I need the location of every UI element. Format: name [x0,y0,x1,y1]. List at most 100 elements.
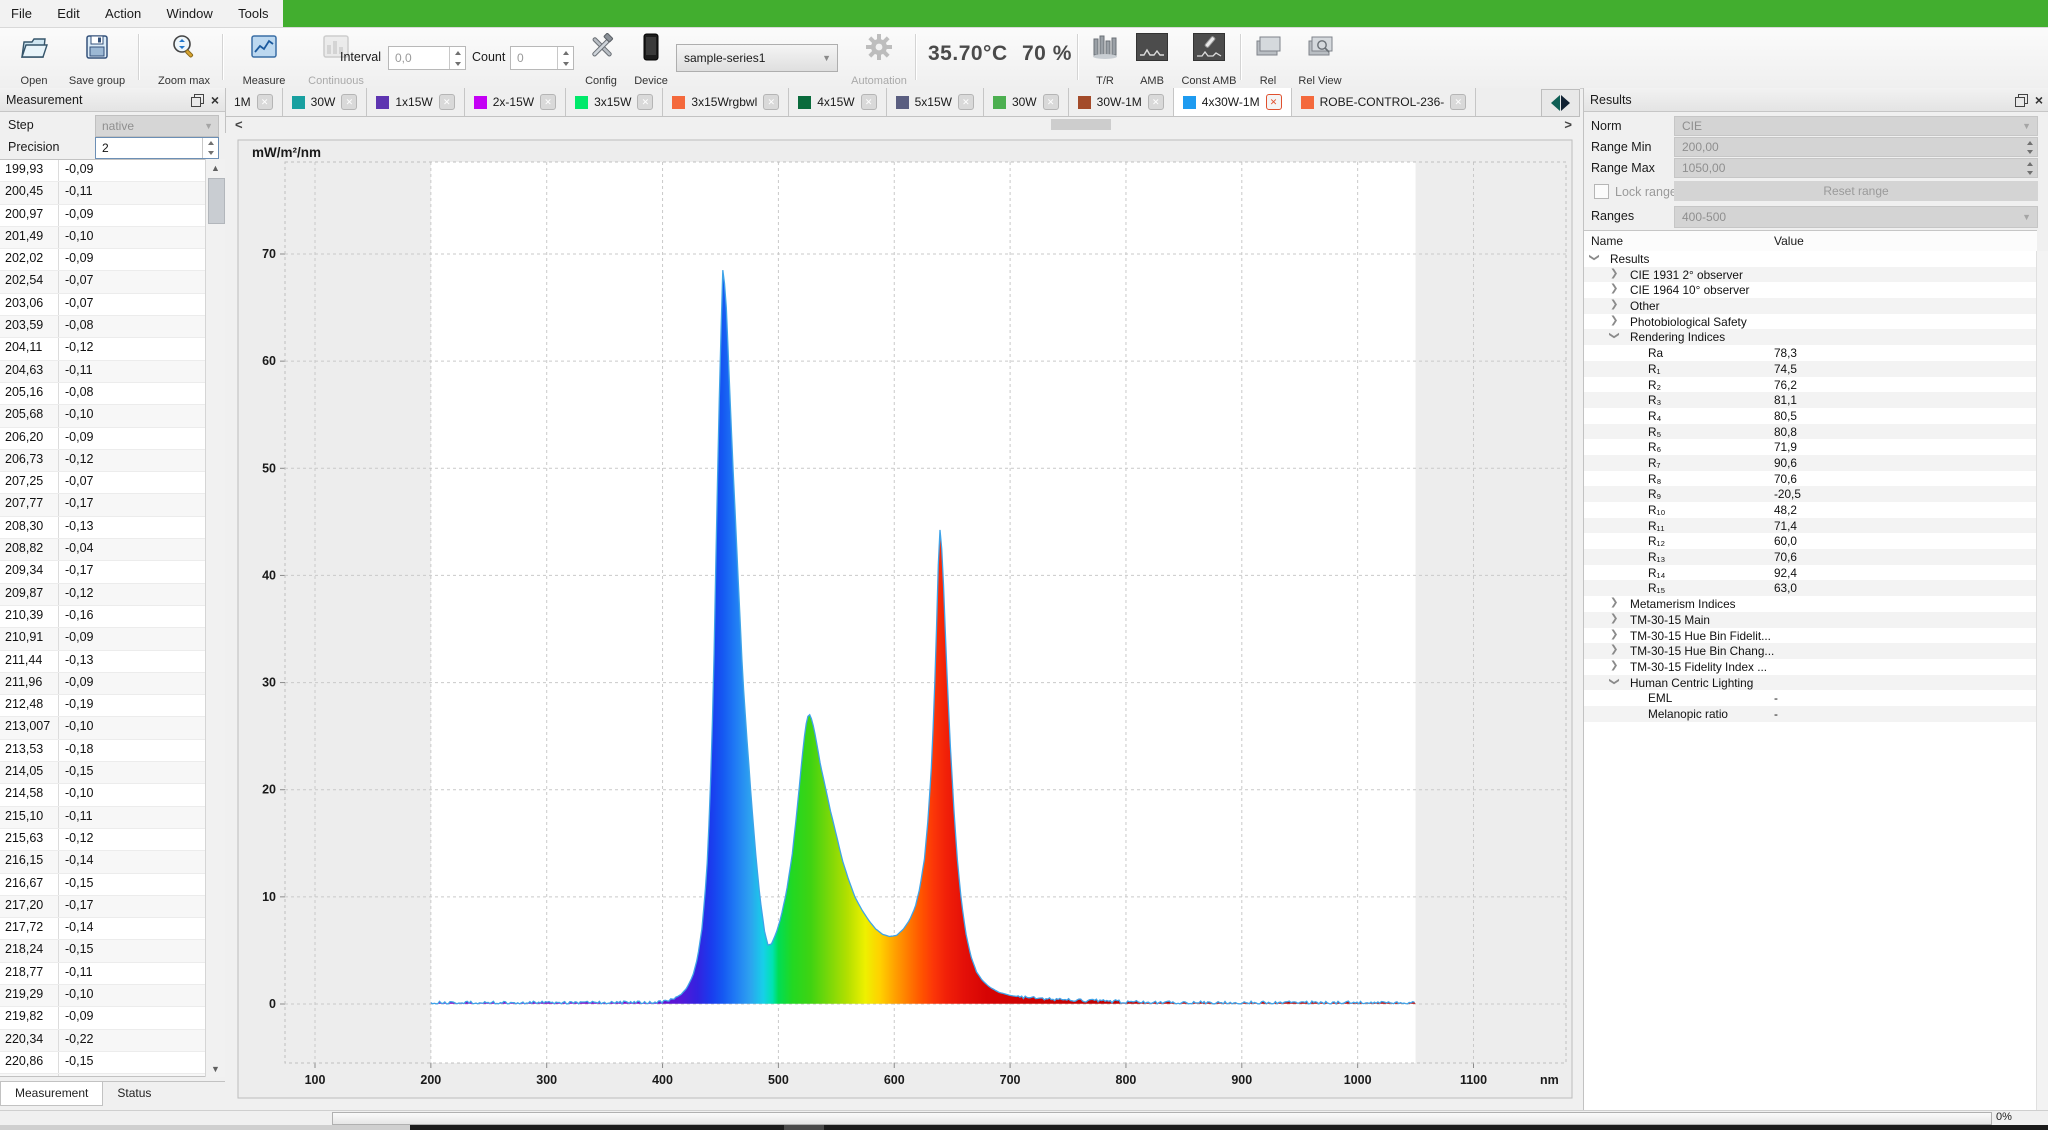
close-tab-icon[interactable]: ✕ [540,94,556,110]
rel-button[interactable]: Rel [1246,31,1290,89]
measurement-tab-30W[interactable]: 30W✕ [283,88,368,116]
tree-row-results[interactable]: ❯Results [1584,251,2037,267]
measurement-row[interactable]: 204,63-0,11 [0,361,206,383]
measurement-row[interactable]: 218,77-0,11 [0,963,206,985]
tree-row-r-[interactable]: R₅80,8 [1584,424,2037,440]
measurement-row[interactable]: 219,82-0,09 [0,1007,206,1029]
rel-view-button[interactable]: Rel View [1292,31,1348,89]
measurement-row[interactable]: 204,11-0,12 [0,338,206,360]
tree-row-tm-30-15-fidelity-index-[interactable]: ❯TM-30-15 Fidelity Index ... [1584,659,2037,675]
measurement-row[interactable]: 202,02-0,09 [0,249,206,271]
measurement-row[interactable]: 213,007-0,10 [0,717,206,739]
measurement-tab-1x15W[interactable]: 1x15W✕ [367,88,464,116]
tab-scroll-button[interactable] [1541,89,1580,117]
scrollbar-thumb[interactable] [208,178,225,224]
series-select[interactable]: sample-series1 ▼ [676,44,838,72]
range-min-spinner[interactable] [2023,138,2037,156]
close-tab-icon[interactable]: ✕ [1450,94,1466,110]
close-tab-icon[interactable]: ✕ [439,94,455,110]
chart-pane-collapse-left[interactable]: < [235,117,243,132]
count-spinner[interactable] [557,47,573,69]
measurement-row[interactable]: 211,96-0,09 [0,673,206,695]
precision-spinner[interactable] [202,138,218,158]
measurement-tab-30W-1M[interactable]: 30W-1M✕ [1069,88,1174,116]
open-button[interactable]: Open [6,31,62,89]
tree-row-eml[interactable]: EML- [1584,690,2037,706]
close-tab-icon[interactable]: ✕ [341,94,357,110]
measurement-data-list[interactable]: 199,93-0,09200,45-0,11200,97-0,09201,49-… [0,159,206,1077]
float-panel-icon[interactable] [191,94,203,106]
count-input[interactable]: 0 [510,46,574,70]
measurement-row[interactable]: 201,49-0,10 [0,227,206,249]
measurement-row[interactable]: 206,73-0,12 [0,450,206,472]
measurement-row[interactable]: 220,34-0,22 [0,1030,206,1052]
measurement-row[interactable]: 215,10-0,11 [0,807,206,829]
tree-row-melanopic-ratio[interactable]: Melanopic ratio- [1584,706,2037,722]
tree-row-ra[interactable]: Ra78,3 [1584,345,2037,361]
menu-file[interactable]: File [0,0,43,21]
tree-row-r-[interactable]: R₁74,5 [1584,361,2037,377]
measurement-row[interactable]: 221,39-0,08 [0,1074,206,1077]
tree-row-r-[interactable]: R₂76,2 [1584,377,2037,393]
measurement-row[interactable]: 220,86-0,15 [0,1052,206,1074]
measurement-tab-5x15W[interactable]: 5x15W✕ [887,88,984,116]
expand-icon[interactable]: ❯ [1610,283,1618,294]
tree-row-r-[interactable]: R₉-20,5 [1584,486,2037,502]
tree-row-r-[interactable]: R₁₄92,4 [1584,565,2037,581]
close-tab-icon[interactable]: ✕ [637,94,653,110]
expand-icon[interactable]: ❯ [1610,315,1618,326]
close-tab-icon[interactable]: ✕ [763,94,779,110]
precision-input[interactable]: 2 [95,137,219,159]
measurement-row[interactable]: 203,06-0,07 [0,294,206,316]
measurement-row[interactable]: 206,20-0,09 [0,428,206,450]
measurement-tab-2x-15W[interactable]: 2x-15W✕ [465,88,566,116]
close-tab-icon[interactable]: ✕ [1266,94,1282,110]
measurement-row[interactable]: 217,20-0,17 [0,896,206,918]
expand-icon[interactable]: ❯ [1610,299,1618,310]
checkbox-icon[interactable] [1594,184,1609,199]
measurement-row[interactable]: 200,45-0,11 [0,182,206,204]
measurement-row[interactable]: 211,44-0,13 [0,651,206,673]
menu-window[interactable]: Window [156,0,224,21]
measurement-row[interactable]: 217,72-0,14 [0,918,206,940]
measurement-row[interactable]: 213,53-0,18 [0,740,206,762]
tree-row-r-[interactable]: R₁₀48,2 [1584,502,2037,518]
measurement-tab-4x30W-1M[interactable]: 4x30W-1M✕ [1174,88,1292,116]
tree-row-r-[interactable]: R₁₂60,0 [1584,533,2037,549]
tab-scrollbar-thumb[interactable] [1051,119,1111,130]
tree-row-cie-1964-10-observer[interactable]: ❯CIE 1964 10° observer [1584,282,2037,298]
tab-scrollbar[interactable]: < > [225,117,1580,133]
expand-icon[interactable]: ❯ [1610,660,1618,671]
expand-icon[interactable]: ❯ [1610,268,1618,279]
measurement-row[interactable]: 208,30-0,13 [0,517,206,539]
tree-row-r-[interactable]: R₁₁71,4 [1584,518,2037,534]
scroll-down-icon[interactable]: ▼ [206,1060,225,1077]
spectrum-chart[interactable]: 1002003004005006007008009001000110001020… [225,133,1580,1110]
tree-row-other[interactable]: ❯Other [1584,298,2037,314]
results-scrollbar[interactable] [2036,251,2048,1110]
measurement-row[interactable]: 199,93-0,09 [0,160,206,182]
collapse-icon[interactable]: ❯ [1589,253,1600,261]
close-tab-icon[interactable]: ✕ [958,94,974,110]
const-amb-button[interactable]: Const AMB [1178,31,1240,89]
measurement-row[interactable]: 209,34-0,17 [0,561,206,583]
tree-row-metamerism-indices[interactable]: ❯Metamerism Indices [1584,596,2037,612]
close-panel-icon[interactable]: × [2035,93,2043,107]
measurement-row[interactable]: 205,16-0,08 [0,383,206,405]
chart-pane-collapse-right[interactable]: > [1564,117,1572,132]
measurement-row[interactable]: 215,63-0,12 [0,829,206,851]
tree-row-r-[interactable]: R₄80,5 [1584,408,2037,424]
menu-edit[interactable]: Edit [46,0,90,21]
list-scrollbar[interactable]: ▲ ▼ [205,159,225,1077]
zoom-max-button[interactable]: Zoom max [148,31,220,89]
range-max-spinner[interactable] [2023,159,2037,177]
tr-button[interactable]: T/R [1083,31,1127,89]
tree-row-r-[interactable]: R₈70,6 [1584,471,2037,487]
float-panel-icon[interactable] [2015,94,2027,106]
tree-row-tm-30-15-hue-bin-chang-[interactable]: ❯TM-30-15 Hue Bin Chang... [1584,643,2037,659]
save-group-button[interactable]: Save group [60,31,134,89]
close-tab-icon[interactable]: ✕ [257,94,273,110]
tab-status[interactable]: Status [103,1082,165,1106]
measure-button[interactable]: Measure [232,31,296,89]
measurement-row[interactable]: 207,77-0,17 [0,494,206,516]
